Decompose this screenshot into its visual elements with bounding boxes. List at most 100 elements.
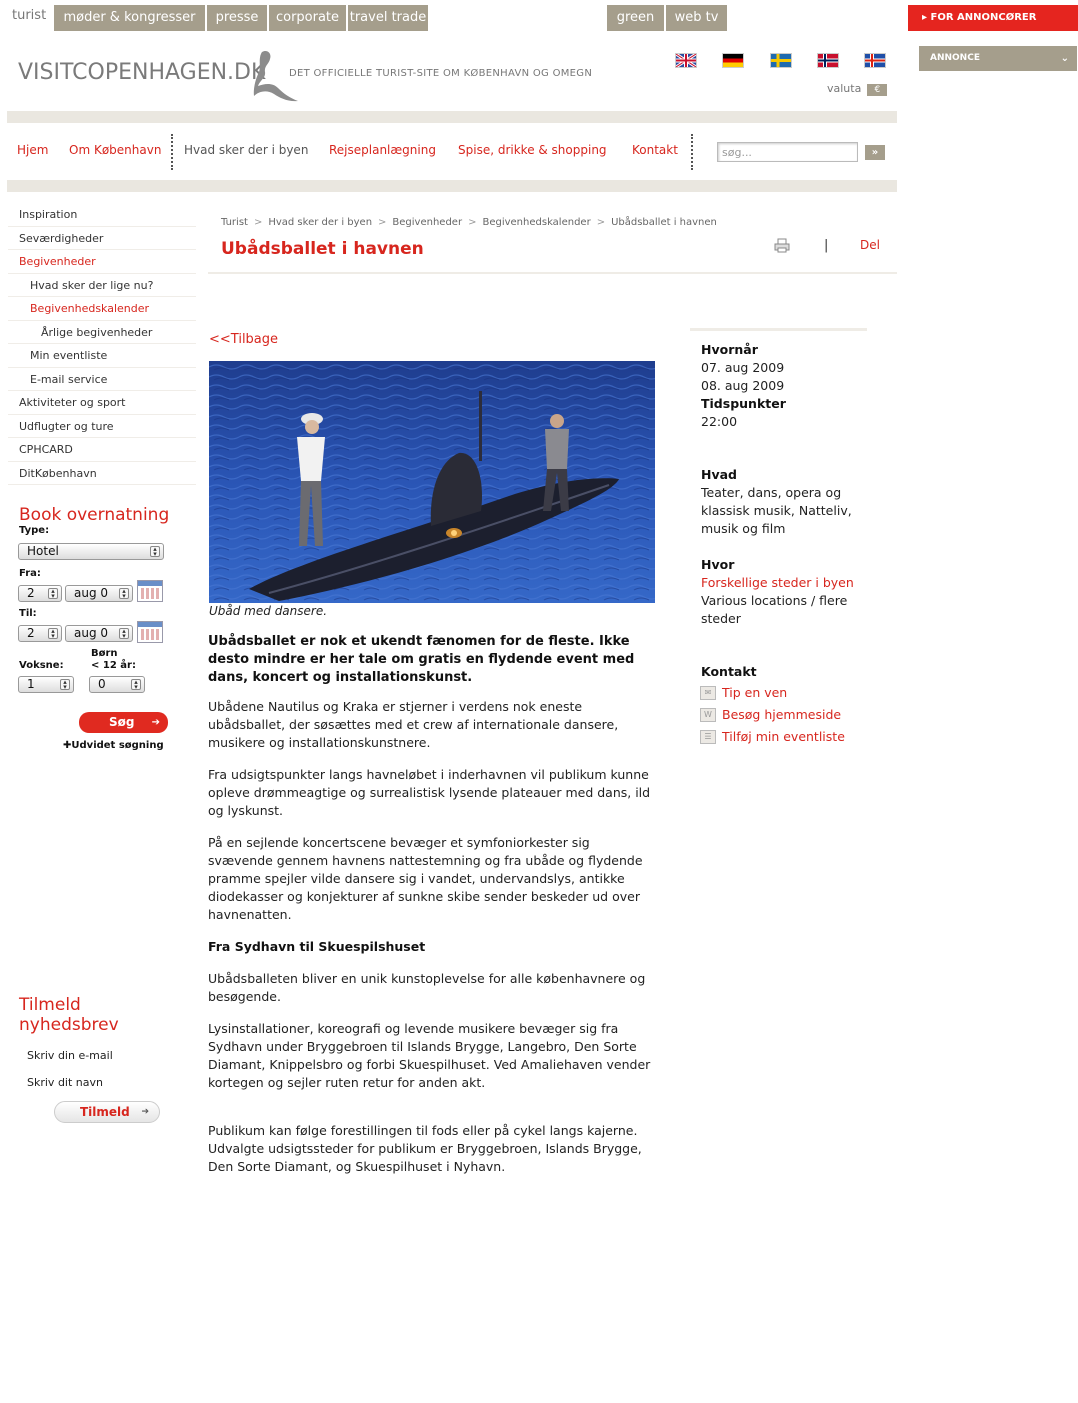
- tab-turist[interactable]: turist: [7, 5, 52, 31]
- sidebar-item-ditkobenhavn[interactable]: DitKøbenhavn: [8, 462, 196, 485]
- hvor-label: Hvor: [701, 557, 735, 572]
- annonce-dropdown[interactable]: ANNONCE ⌄: [919, 46, 1077, 71]
- type-select[interactable]: Hotel ▴ ▾: [18, 543, 164, 560]
- sidebar-item-cphcard[interactable]: CPHCARD: [8, 438, 196, 462]
- voksne-select[interactable]: 1 ▴ ▾: [18, 676, 74, 693]
- sidebar-item-inspiration[interactable]: Inspiration: [8, 203, 196, 227]
- udvidet-label: Udvidet søgning: [71, 740, 164, 751]
- uk-flag-icon[interactable]: [675, 52, 697, 69]
- share-separator: |: [824, 238, 829, 253]
- nav-top-stripe: [7, 111, 897, 123]
- calendar-icon[interactable]: [137, 621, 163, 643]
- nav-om-kobenhavn[interactable]: Om København: [69, 143, 161, 157]
- search-input[interactable]: søg...: [717, 142, 858, 162]
- for-annoncorer-button[interactable]: ▸ FOR ANNONCØRER: [908, 5, 1078, 31]
- tab-web-tv[interactable]: web tv: [666, 5, 727, 31]
- type-label: Type:: [19, 525, 50, 536]
- newsletter-email-field[interactable]: Skriv din e-mail: [27, 1049, 113, 1062]
- event-location: Various locations / flere steder: [701, 593, 848, 626]
- nav-rejseplanlaegning[interactable]: Rejseplanlægning: [329, 143, 436, 157]
- nav-spise-drikke-shopping[interactable]: Spise, drikke & shopping: [458, 143, 607, 157]
- nav-hjem[interactable]: Hjem: [17, 143, 48, 157]
- fra-month-value: aug 0: [74, 586, 109, 600]
- breadcrumb: Turist > Hvad sker der i byen > Begivenheder…: [221, 217, 717, 228]
- til-day-value: 2: [27, 626, 35, 640]
- tab-green[interactable]: green: [607, 5, 664, 31]
- sidebar-item-udflugter-og-ture[interactable]: Udflugter og ture: [8, 415, 196, 438]
- article-paragraph: Publikum kan følge forestillingen til fo…: [208, 1123, 642, 1174]
- nav-divider: [691, 134, 693, 170]
- breadcrumb-separator: >: [468, 217, 477, 228]
- tip-en-ven-link[interactable]: ✉ Tip en ven: [690, 683, 867, 703]
- sidebar-item-aktiviteter-og-sport[interactable]: Aktiviteter og sport: [8, 391, 196, 415]
- newsletter-title: Tilmeld nyhedsbrev: [19, 995, 119, 1035]
- currency-selector[interactable]: valuta €: [827, 82, 888, 96]
- tab-corporate[interactable]: corporate: [269, 5, 346, 31]
- sidebar-item-arlige-begivenheder[interactable]: Årlige begivenheder: [8, 321, 196, 344]
- sidebar-item-begivenheder[interactable]: Begivenheder: [8, 250, 196, 274]
- event-location-link[interactable]: Forskellige steder i byen: [690, 574, 867, 592]
- breadcrumb-item[interactable]: Turist: [221, 217, 248, 228]
- til-month-select[interactable]: aug 0 ▴ ▾: [65, 625, 133, 642]
- euro-icon[interactable]: €: [867, 84, 888, 96]
- top-tabs: turist møder & kongresser presse corpora…: [7, 5, 897, 31]
- born-age-label: < 12 år:: [91, 660, 136, 671]
- sidebar-item-begivenhedskalender[interactable]: Begivenhedskalender: [8, 297, 196, 321]
- del-share-link[interactable]: Del: [860, 238, 880, 252]
- fra-day-value: 2: [27, 586, 35, 600]
- born-value: 0: [98, 677, 106, 691]
- nav-bottom-stripe: [7, 180, 897, 192]
- tab-travel-trade[interactable]: travel trade: [348, 5, 428, 31]
- article-paragraph: Ubådene Nautilus og Kraka er stjerner i …: [208, 699, 619, 750]
- german-flag-icon[interactable]: [722, 53, 744, 68]
- updown-arrow-icon: ▴ ▾: [119, 628, 129, 640]
- arrow-right-icon: ➔: [141, 1107, 149, 1117]
- for-annoncorer-label: FOR ANNONCØRER: [930, 12, 1037, 23]
- header-divider: [208, 272, 897, 274]
- breadcrumb-item[interactable]: Begivenhedskalender: [482, 217, 590, 228]
- tilmeld-button[interactable]: Tilmeld ➔: [54, 1101, 160, 1123]
- tab-moder-kongresser[interactable]: møder & kongresser: [54, 5, 205, 31]
- breadcrumb-separator: >: [596, 217, 606, 228]
- icelandic-flag-icon[interactable]: [864, 53, 886, 68]
- print-icon[interactable]: [774, 238, 790, 253]
- nav-kontakt[interactable]: Kontakt: [632, 143, 678, 157]
- event-category: Teater, dans, opera og klassisk musik, N…: [701, 485, 852, 536]
- sidebar-item-sevaerdigheder[interactable]: Seværdigheder: [8, 227, 196, 250]
- updown-arrow-icon: ▴ ▾: [60, 679, 70, 691]
- udvidet-sogning-link[interactable]: ✚Udvidet søgning: [63, 740, 164, 751]
- tilbage-link[interactable]: <<Tilbage: [209, 332, 278, 347]
- tilfoj-eventliste-link[interactable]: ☰ Tilføj min eventliste: [690, 727, 867, 747]
- fra-month-select[interactable]: aug 0 ▴ ▾: [65, 585, 133, 602]
- fra-day-select[interactable]: 2 ▴ ▾: [18, 585, 62, 602]
- swedish-flag-icon[interactable]: [770, 53, 792, 68]
- web-icon: W: [700, 708, 716, 722]
- article-body: Ubådsballet er nok et ukendt fænomen for…: [208, 633, 658, 1190]
- site-logo[interactable]: VISITCOPENHAGEN.DK: [18, 60, 265, 85]
- updown-arrow-icon: ▴ ▾: [119, 588, 129, 600]
- fra-label: Fra:: [19, 568, 41, 579]
- annonce-label: ANNONCE: [930, 53, 980, 63]
- nav-hvad-sker-der-i-byen[interactable]: Hvad sker der i byen: [184, 143, 308, 157]
- booking-search-button[interactable]: Søg ➔: [79, 712, 168, 733]
- sidebar-item-hvad-sker-der-lige-nu[interactable]: Hvad sker der lige nu?: [8, 274, 196, 297]
- newsletter-name-field[interactable]: Skriv dit navn: [27, 1076, 103, 1089]
- event-date: 07. aug 2009: [701, 360, 785, 375]
- envelope-icon: ✉: [700, 686, 716, 700]
- search-button[interactable]: »: [865, 145, 885, 160]
- til-day-select[interactable]: 2 ▴ ▾: [18, 625, 62, 642]
- list-icon: ☰: [700, 730, 716, 744]
- booking-title: Book overnatning: [19, 505, 170, 525]
- breadcrumb-item[interactable]: Hvad sker der i byen: [268, 217, 372, 228]
- sidebar-item-email-service[interactable]: E-mail service: [8, 368, 196, 391]
- born-select[interactable]: 0 ▴ ▾: [89, 676, 145, 693]
- til-label: Til:: [19, 608, 37, 619]
- sidebar-item-min-eventliste[interactable]: Min eventliste: [8, 344, 196, 368]
- chevron-down-icon: ⌄: [1060, 53, 1069, 64]
- breadcrumb-item[interactable]: Begivenheder: [392, 217, 462, 228]
- besog-hjemmeside-link[interactable]: W Besøg hjemmeside: [690, 705, 867, 725]
- tab-presse[interactable]: presse: [207, 5, 267, 31]
- tidspunkter-label: Tidspunkter: [701, 396, 786, 411]
- norwegian-flag-icon[interactable]: [817, 53, 839, 68]
- calendar-icon[interactable]: [137, 580, 163, 602]
